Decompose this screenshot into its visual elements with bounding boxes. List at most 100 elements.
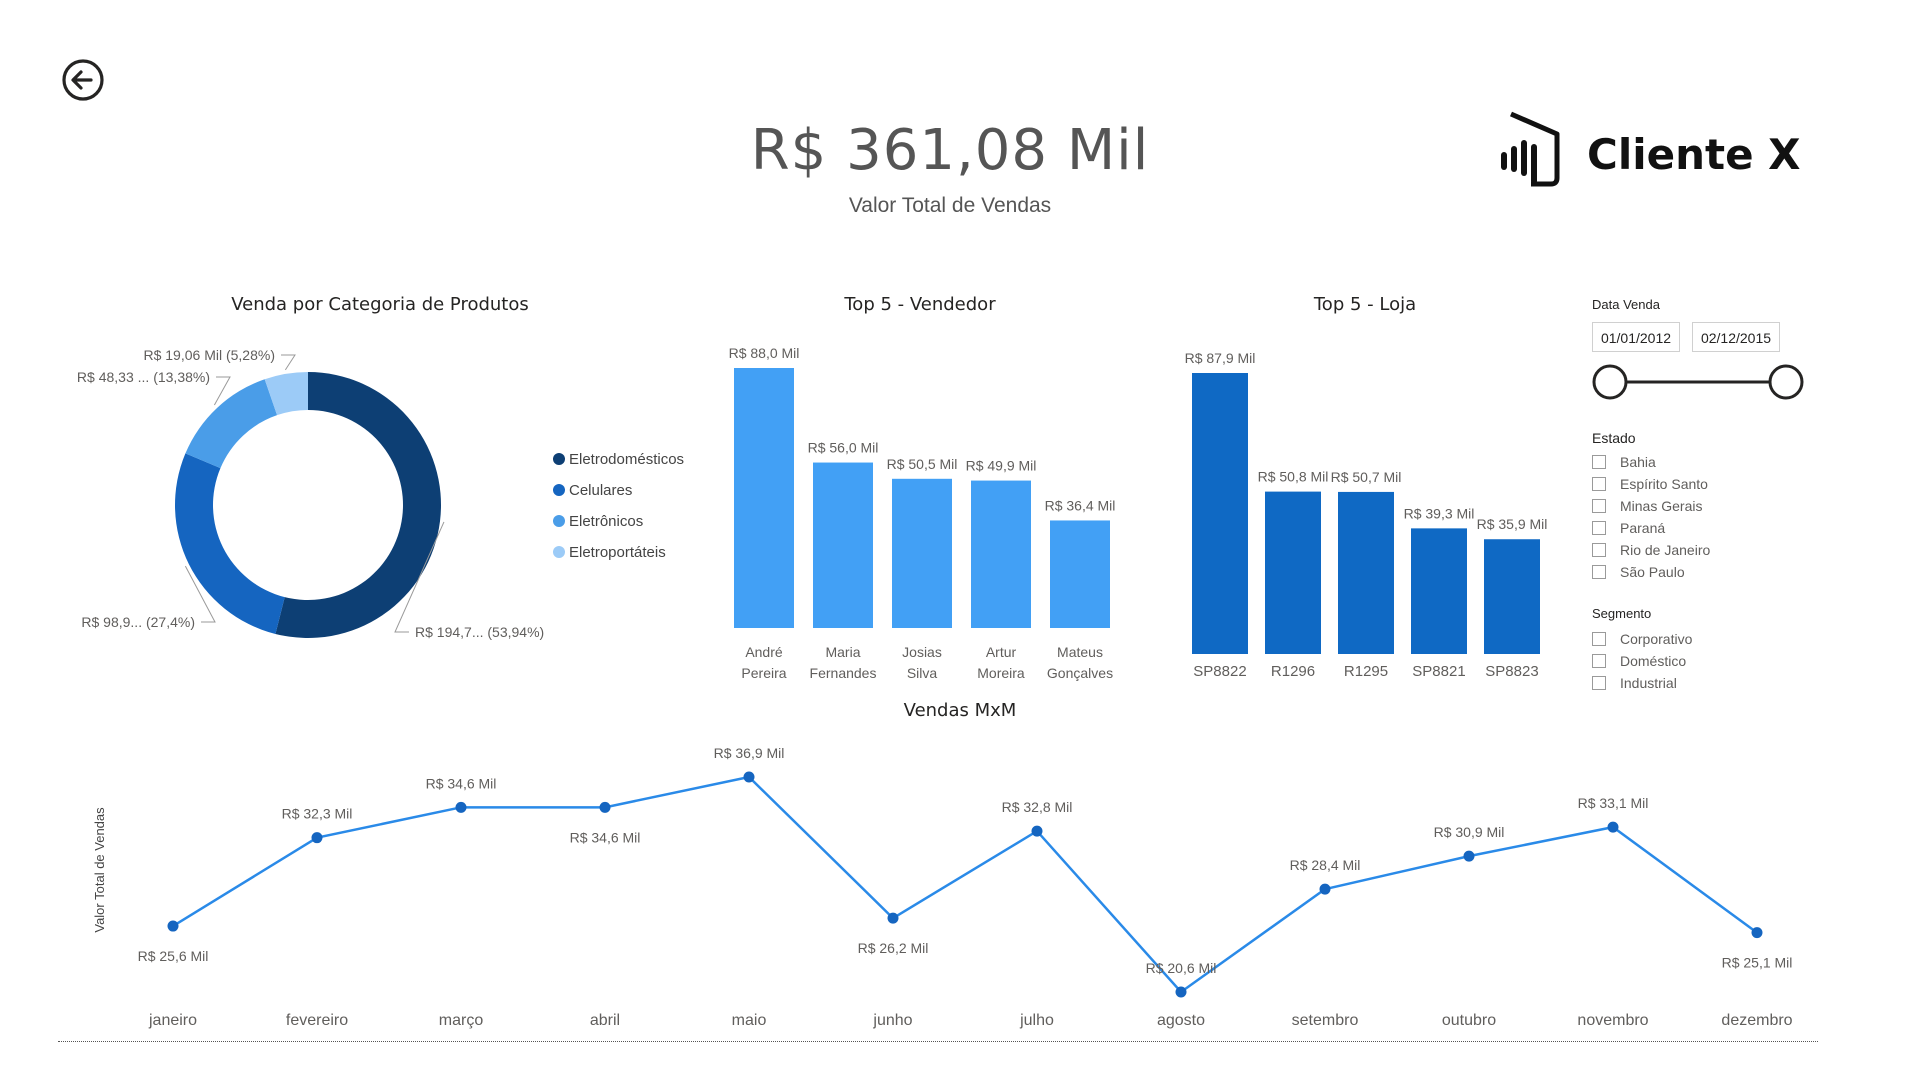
bar-data-label: R$ 49,9 Mil	[966, 458, 1037, 474]
bar-2	[892, 478, 952, 628]
legend-dot	[553, 484, 565, 496]
line-x-tick-label: julho	[1019, 1012, 1054, 1029]
line-point-6	[1031, 825, 1043, 837]
date-start-input[interactable]: 01/01/2012	[1592, 322, 1680, 352]
line-point-2	[455, 801, 467, 813]
line-data-label: R$ 30,9 Mil	[1434, 824, 1505, 840]
bar-category-label: SP8821	[1412, 663, 1465, 680]
bar-category-label: Silva	[907, 665, 938, 681]
client-logo: Cliente X	[1495, 108, 1815, 192]
bar-data-label: R$ 50,5 Mil	[887, 456, 958, 472]
vendedor-chart-title: Top 5 - Vendedor	[844, 294, 996, 315]
donut-slice-2	[185, 379, 278, 469]
donut-slice-0	[275, 372, 441, 638]
estado-option-3[interactable]: Paraná	[1592, 519, 1665, 537]
legend-dot	[553, 453, 565, 465]
line-data-label: R$ 25,1 Mil	[1722, 955, 1793, 971]
legend-item-eletroportateis[interactable]: Eletroportáteis	[553, 544, 666, 561]
vendedor-bar-chart: R$ 88,0 Mil André Pereira R$ 56,0 Mil Maria F…	[729, 345, 1116, 681]
line-x-tick-label: março	[439, 1012, 484, 1029]
bar-1	[813, 462, 873, 628]
bottom-divider	[58, 1041, 1818, 1042]
checkbox-label: Industrial	[1620, 675, 1677, 691]
checkbox-label: Corporativo	[1620, 631, 1693, 647]
line-data-label: R$ 20,6 Mil	[1146, 960, 1217, 976]
line-x-tick-label: maio	[732, 1012, 767, 1029]
date-range-slider[interactable]	[1588, 360, 1808, 404]
legend-label: Eletroportáteis	[569, 544, 666, 561]
line-data-label: R$ 32,8 Mil	[1002, 799, 1073, 815]
bar-category-label: R1295	[1344, 663, 1388, 680]
checkbox[interactable]	[1592, 632, 1606, 646]
segmento-option-2[interactable]: Industrial	[1592, 674, 1677, 692]
bar-4	[1050, 520, 1110, 628]
segmento-option-0[interactable]: Corporativo	[1592, 630, 1692, 648]
checkbox-label: Espírito Santo	[1620, 476, 1708, 492]
slider-handle-start[interactable]	[1592, 364, 1628, 400]
segmento-option-1[interactable]: Doméstico	[1592, 652, 1686, 670]
bar-category-label: Maria	[825, 644, 860, 660]
bar-data-label: R$ 56,0 Mil	[808, 440, 879, 456]
donut-data-label: R$ 98,9... (27,4%)	[81, 614, 195, 630]
bar-category-label: Gonçalves	[1047, 665, 1113, 681]
checkbox-label: Rio de Janeiro	[1620, 542, 1711, 558]
line-point-11	[1751, 927, 1763, 939]
bar-data-label: R$ 39,3 Mil	[1404, 505, 1475, 521]
checkbox-label: Bahia	[1620, 454, 1656, 470]
back-arrow-circle-icon	[62, 59, 104, 101]
line-chart: Valor Total de Vendas R$ 25,6 Mil janeiro R…	[92, 745, 1793, 1029]
bar-category-label: André	[745, 644, 783, 660]
back-button[interactable]	[60, 57, 106, 103]
legend-item-celulares[interactable]: Celulares	[553, 482, 632, 499]
date-end-input[interactable]: 02/12/2015	[1692, 322, 1780, 352]
bar-category-label: SP8822	[1193, 663, 1246, 680]
checkbox-label: Minas Gerais	[1620, 498, 1703, 514]
checkbox[interactable]	[1592, 499, 1606, 513]
line-point-4	[743, 771, 755, 783]
date-slicer-title: Data Venda	[1592, 297, 1660, 312]
loja-chart-title: Top 5 - Loja	[1313, 294, 1417, 315]
bar-2	[1338, 491, 1394, 654]
line-y-axis-label: Valor Total de Vendas	[92, 807, 107, 933]
estado-option-4[interactable]: Rio de Janeiro	[1592, 541, 1710, 559]
checkbox[interactable]	[1592, 654, 1606, 668]
bar-data-label: R$ 87,9 Mil	[1185, 350, 1256, 366]
bar-3	[1411, 528, 1467, 654]
line-data-label: R$ 36,9 Mil	[714, 745, 785, 761]
legend-label: Eletrônicos	[569, 513, 644, 530]
estado-option-1[interactable]: Espírito Santo	[1592, 475, 1708, 493]
bar-category-label: R1296	[1271, 663, 1315, 680]
kpi-total-label: Valor Total de Vendas	[848, 194, 1052, 217]
legend-item-eletronicos[interactable]: Eletrônicos	[553, 513, 643, 530]
estado-option-5[interactable]: São Paulo	[1592, 563, 1685, 581]
checkbox[interactable]	[1592, 543, 1606, 557]
line-point-1	[311, 832, 323, 844]
checkbox[interactable]	[1592, 477, 1606, 491]
line-point-3	[599, 801, 611, 813]
estado-option-2[interactable]: Minas Gerais	[1592, 497, 1702, 515]
checkbox[interactable]	[1592, 521, 1606, 535]
bar-1	[1265, 491, 1321, 654]
checkbox[interactable]	[1592, 455, 1606, 469]
estado-slicer-title: Estado	[1592, 430, 1636, 446]
bar-category-label: SP8823	[1485, 663, 1538, 680]
bar-category-label: Pereira	[741, 665, 786, 681]
segmento-slicer-title: Segmento	[1592, 606, 1652, 621]
bar-category-label: Fernandes	[810, 665, 877, 681]
estado-option-0[interactable]: Bahia	[1592, 453, 1656, 471]
line-series	[172, 775, 1758, 994]
line-x-tick-label: dezembro	[1721, 1012, 1792, 1029]
checkbox[interactable]	[1592, 676, 1606, 690]
donut-leader-line	[281, 354, 296, 371]
checkbox[interactable]	[1592, 565, 1606, 579]
bar-data-label: R$ 50,8 Mil	[1258, 469, 1329, 485]
powerbi-logo-icon	[1501, 111, 1560, 187]
bar-0	[1192, 373, 1248, 654]
line-x-tick-label: junho	[872, 1012, 912, 1029]
bar-category-label: Artur	[986, 644, 1017, 660]
legend-label: Celulares	[569, 482, 633, 499]
slider-handle-end[interactable]	[1768, 364, 1804, 400]
checkbox-label: São Paulo	[1620, 564, 1685, 580]
legend-item-eletrodomesticos[interactable]: Eletrodomésticos	[553, 451, 684, 468]
donut-chart: R$ 194,7... (53,94%) R$ 98,9... (27,4%) R$…	[77, 347, 544, 640]
